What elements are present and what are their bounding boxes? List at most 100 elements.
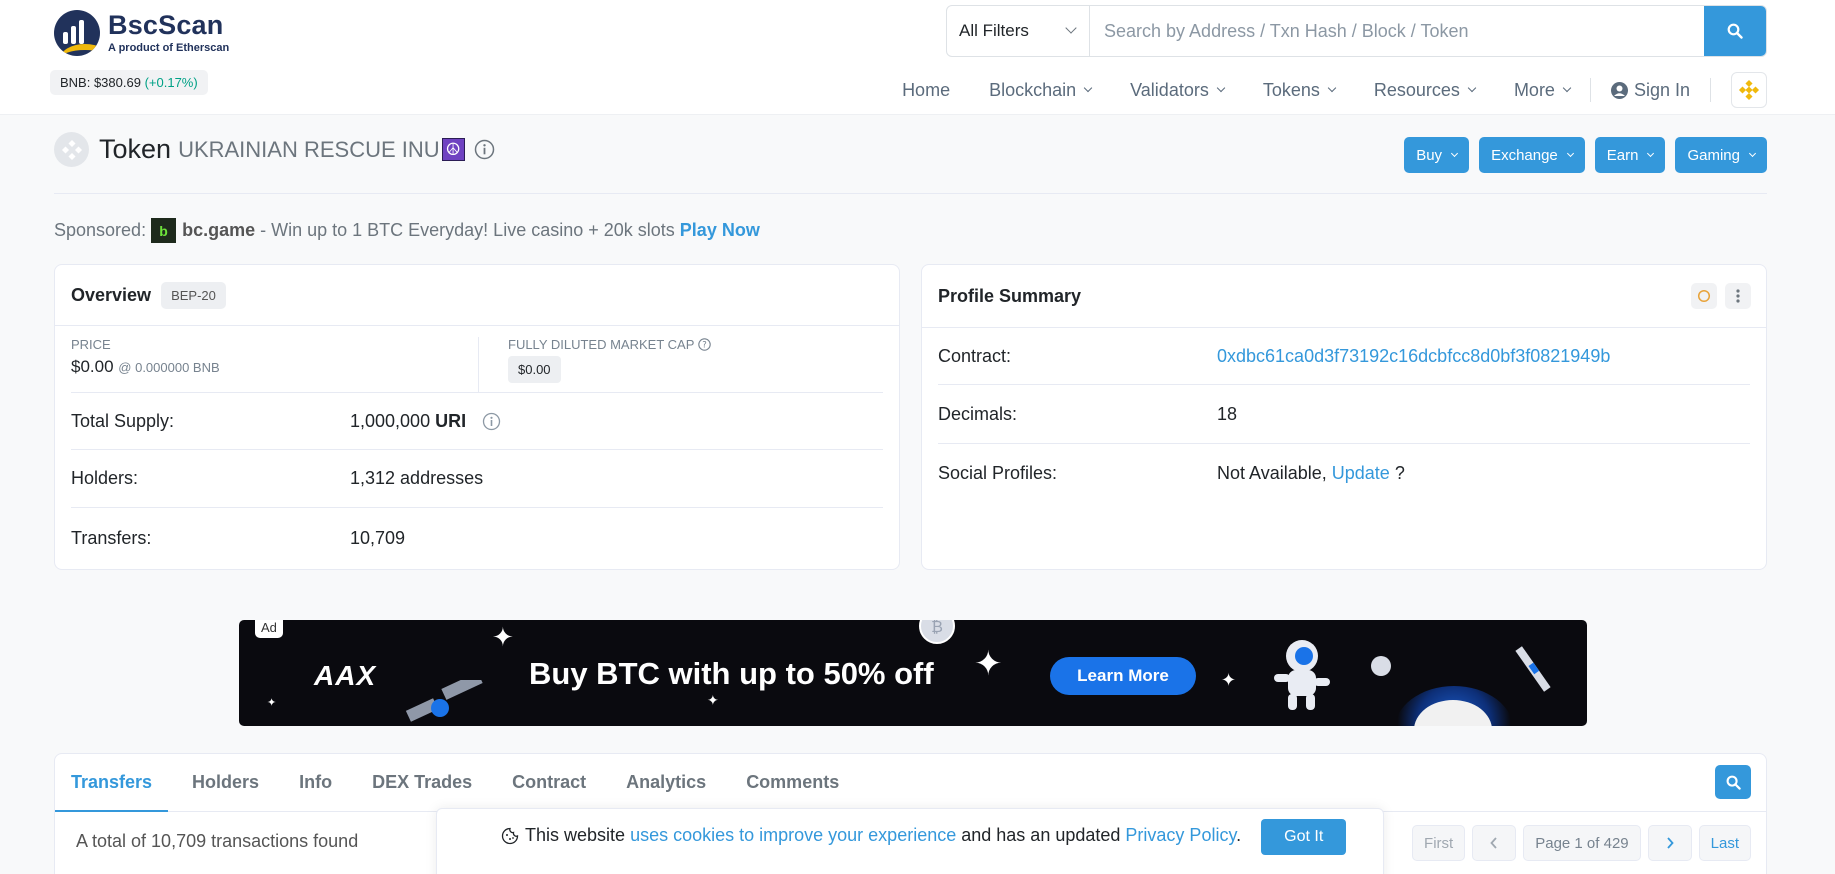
nav-home[interactable]: Home: [902, 80, 950, 101]
more-options-button[interactable]: [1725, 283, 1751, 309]
main-nav: Home Blockchain Validators Tokens Resour…: [863, 72, 1767, 108]
learn-more-button[interactable]: Learn More: [1050, 657, 1196, 695]
bnb-price-chip[interactable]: BNB: $380.69 (+0.17%): [50, 70, 208, 95]
coin-icon: ₿: [919, 620, 955, 644]
sponsored-banner: Sponsored: b bc.game - Win up to 1 BTC E…: [54, 218, 760, 243]
got-it-button[interactable]: Got It: [1261, 819, 1347, 855]
info-icon[interactable]: [474, 139, 495, 160]
chevron-down-icon: [1562, 83, 1572, 93]
nav-tokens[interactable]: Tokens: [1262, 79, 1337, 101]
chevron-down-icon: [1647, 149, 1655, 158]
social-profiles-row: Social Profiles: Not Available, Update ?: [938, 444, 1750, 503]
page-next-button[interactable]: [1647, 825, 1692, 861]
contract-label: Contract:: [938, 345, 1012, 366]
ad-banner[interactable]: Ad ✦ ✦ ✦ ✦ ✦ AAX Buy BTC with up to 50% …: [239, 620, 1587, 726]
mcap-value: $0.00: [508, 356, 561, 383]
update-link[interactable]: Update: [1332, 463, 1390, 484]
cookie-policy-link[interactable]: uses cookies to improve your experience: [630, 825, 956, 845]
reputation-button[interactable]: [1691, 283, 1717, 309]
chevron-down-icon: [1083, 83, 1093, 93]
tab-analytics[interactable]: Analytics: [626, 754, 706, 811]
tab-comments[interactable]: Comments: [746, 754, 839, 811]
buy-button[interactable]: Buy: [1404, 137, 1470, 173]
earn-button[interactable]: Earn: [1594, 137, 1666, 173]
chevron-left-icon: [1490, 837, 1497, 849]
tab-dex-trades[interactable]: DEX Trades: [372, 754, 472, 811]
svg-text:₿: ₿: [931, 620, 943, 636]
cookie-icon: [501, 827, 519, 845]
page-last-button[interactable]: Last: [1698, 825, 1751, 861]
sponsor-name[interactable]: bc.game: [182, 220, 255, 241]
bnb-network-button[interactable]: [1731, 72, 1767, 108]
nav-home-label: Home: [902, 79, 951, 100]
site-header: BscScan A product of Etherscan BNB: $380…: [0, 0, 1835, 115]
page-prev-button[interactable]: [1472, 825, 1517, 861]
question-icon[interactable]: ?: [698, 338, 712, 351]
nav-validators-label: Validators: [1130, 79, 1209, 100]
exchange-button[interactable]: Exchange: [1479, 137, 1585, 173]
tab-search-button[interactable]: [1715, 765, 1751, 799]
chevron-down-icon: [1216, 83, 1226, 93]
transactions-total: A total of 10,709 transactions found: [76, 831, 359, 851]
contract-address-link[interactable]: 0xdbc61ca0d3f73192c16dcbfcc8d0bf3f082194…: [1217, 346, 1610, 367]
bscscan-logo-icon: [54, 10, 100, 56]
tab-contract[interactable]: Contract: [512, 754, 586, 811]
nav-tokens-label: Tokens: [1262, 79, 1320, 100]
nav-blockchain-label: Blockchain: [989, 79, 1077, 100]
sparkle-icon: ✦: [974, 645, 1003, 683]
sparkle-icon: ✦: [267, 697, 277, 709]
aax-logo: AAX: [314, 660, 377, 691]
circle-outline-icon: [1697, 289, 1711, 303]
token-logo-icon: [54, 132, 89, 167]
chevron-down-icon: [1467, 83, 1477, 93]
token-label: Token: [99, 134, 172, 164]
search-input[interactable]: [1090, 6, 1704, 56]
nav-resources[interactable]: Resources: [1373, 79, 1477, 101]
nav-more[interactable]: More: [1513, 79, 1572, 101]
nav-more-label: More: [1513, 79, 1555, 100]
bcgame-logo[interactable]: b: [151, 218, 177, 243]
social-profiles-value: Not Available,: [1217, 463, 1327, 483]
search-button[interactable]: [1704, 6, 1766, 56]
total-supply-row: Total Supply: 1,000,000 URI: [71, 393, 883, 450]
search-filter-select[interactable]: All Filters: [947, 6, 1090, 56]
rocket-illustration: [1515, 646, 1551, 692]
chevron-down-icon: [1065, 22, 1077, 34]
holders-value[interactable]: 1,312 addresses: [350, 468, 483, 489]
user-circle-icon: [1610, 81, 1628, 99]
price-label: PRICE: [71, 337, 111, 352]
profile-summary-header: Profile Summary: [922, 265, 1766, 328]
sponsor-text: - Win up to 1 BTC Everyday! Live casino …: [260, 220, 675, 240]
ad-tag: Ad: [255, 620, 283, 638]
play-now-link[interactable]: Play Now: [680, 220, 760, 241]
bscscan-logo[interactable]: BscScan A product of Etherscan: [54, 10, 229, 56]
peace-emoji: ☮: [441, 138, 465, 161]
tab-holders[interactable]: Holders: [192, 754, 259, 811]
chevron-down-icon: [1748, 149, 1757, 158]
transfers-value: 10,709: [350, 527, 406, 548]
search-icon: [1727, 23, 1743, 39]
info-icon[interactable]: [482, 412, 501, 431]
price-block: PRICE $0.00 @ 0.000000 BNB FULLY DILUTED…: [71, 326, 883, 393]
tab-transfers[interactable]: Transfers: [54, 754, 169, 812]
contract-row: Contract: 0xdbc61ca0d3f73192c16dcbfcc8d0…: [938, 328, 1750, 385]
overview-header: Overview BEP-20: [55, 265, 899, 326]
social-profiles-label: Social Profiles:: [938, 463, 1058, 483]
sign-in-link[interactable]: Sign In: [1610, 80, 1690, 101]
nav-validators[interactable]: Validators: [1130, 79, 1226, 101]
tab-info[interactable]: Info: [299, 754, 332, 811]
brand-subtitle: A product of Etherscan: [108, 42, 230, 54]
earn-label: Earn: [1606, 146, 1639, 164]
page-first-button[interactable]: First: [1412, 825, 1466, 861]
exchange-label: Exchange: [1491, 146, 1558, 164]
total-supply-label: Total Supply:: [71, 410, 175, 431]
gaming-button[interactable]: Gaming: [1675, 137, 1767, 173]
token-actions: Buy Exchange Earn Gaming: [1404, 137, 1767, 173]
cookie-banner: This website uses cookies to improve you…: [436, 808, 1384, 874]
nav-resources-label: Resources: [1373, 79, 1460, 100]
page-indicator: Page 1 of 429: [1523, 825, 1641, 861]
token-name: UKRAINIAN RESCUE INU: [178, 136, 440, 162]
nav-blockchain[interactable]: Blockchain: [989, 79, 1093, 101]
token-title: Token UKRAINIAN RESCUE INU ☮: [54, 132, 495, 167]
privacy-policy-link[interactable]: Privacy Policy: [1125, 825, 1236, 845]
